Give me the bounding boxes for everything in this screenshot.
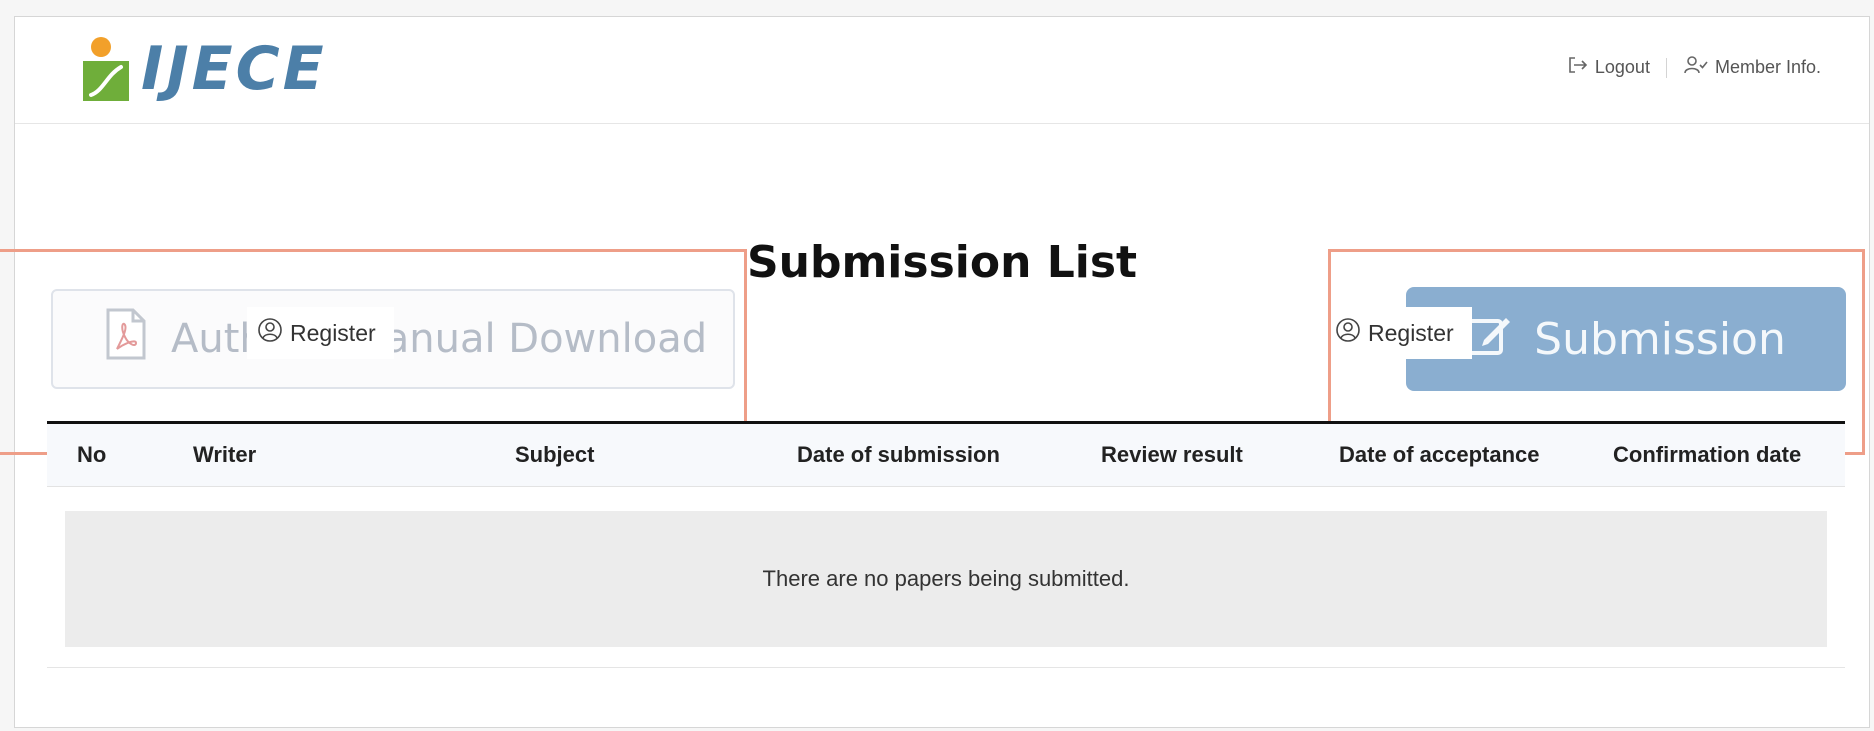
column-header-review-result: Review result: [1101, 442, 1243, 467]
column-header-subject: Subject: [515, 442, 595, 467]
logo-mark-icon: [83, 37, 135, 101]
register-label: Register: [1368, 319, 1454, 346]
column-header-date-of-submission: Date of submission: [797, 442, 1000, 467]
site-logo[interactable]: IJECE: [83, 37, 327, 101]
submission-label: Submission: [1534, 313, 1786, 365]
member-info-label: Member Info.: [1714, 57, 1821, 77]
pdf-file-icon: [105, 307, 147, 371]
member-info-link[interactable]: Member Info.: [1683, 55, 1821, 80]
app-window: IJECE Logout Member Info. Submission Lis…: [0, 16, 1870, 728]
site-header: IJECE Logout Member Info.: [15, 17, 1869, 124]
logout-label: Logout: [1594, 57, 1650, 77]
user-circle-icon: [1335, 317, 1361, 349]
logout-icon: [1567, 55, 1589, 80]
column-header-date-of-acceptance: Date of acceptance: [1339, 442, 1540, 467]
empty-state-row: There are no papers being submitted.: [65, 511, 1827, 647]
nav-divider: [1665, 57, 1667, 78]
user-nav: Logout Member Info.: [1567, 55, 1821, 80]
register-tag-right[interactable]: Register: [1325, 307, 1472, 359]
user-circle-icon: [257, 317, 283, 349]
submission-table: No Writer Subject Date of submission Rev…: [47, 421, 1845, 487]
page-title: Submission List: [746, 237, 1138, 288]
register-label: Register: [290, 319, 376, 346]
register-tag-left[interactable]: Register: [247, 307, 394, 359]
user-check-icon: [1683, 55, 1709, 80]
table-bottom-border: [47, 667, 1845, 668]
column-header-confirmation-date: Confirmation date: [1613, 442, 1802, 467]
logout-link[interactable]: Logout: [1567, 55, 1650, 80]
empty-state-message: There are no papers being submitted.: [762, 566, 1130, 591]
submission-button[interactable]: Submission: [1406, 287, 1846, 391]
column-header-writer: Writer: [193, 442, 257, 467]
edit-icon: [1466, 312, 1512, 367]
column-header-no: No: [77, 442, 107, 467]
table-header-row: No Writer Subject Date of submission Rev…: [47, 424, 1845, 487]
logo-text: IJECE: [141, 34, 327, 104]
